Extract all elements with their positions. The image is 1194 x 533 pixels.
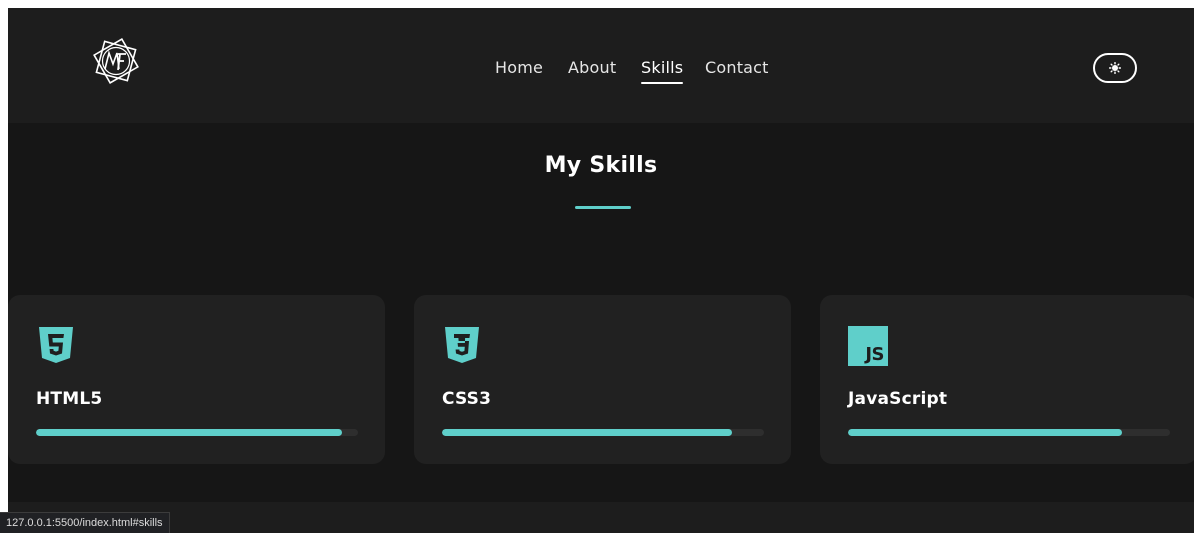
sun-icon [1109, 62, 1121, 74]
nav-link-contact[interactable]: Contact [705, 58, 769, 77]
css3-icon [445, 327, 479, 363]
nav-link-skills[interactable]: Skills [641, 58, 684, 84]
skill-card-javascript: JS JavaScript [820, 295, 1194, 464]
section-title: My Skills [544, 153, 658, 178]
skill-name: CSS3 [442, 389, 492, 409]
skill-progress-fill [848, 429, 1122, 436]
navbar: Home About Skills Contact [8, 8, 1194, 123]
html5-icon [39, 327, 73, 363]
section-title-underline [575, 206, 631, 209]
mf-star-logo-icon[interactable] [88, 33, 144, 89]
skill-card-css3: CSS3 [414, 295, 791, 464]
skill-progress-track [848, 429, 1170, 436]
page-viewport: Home About Skills Contact My Skills HTML… [8, 8, 1194, 533]
javascript-icon-label: JS [865, 344, 884, 365]
javascript-icon: JS [848, 326, 888, 366]
skill-progress-fill [36, 429, 342, 436]
footer-strip [8, 502, 1194, 533]
theme-toggle-button[interactable] [1093, 53, 1137, 83]
skill-progress-track [36, 429, 358, 436]
skill-progress-fill [442, 429, 732, 436]
nav-link-about[interactable]: About [568, 58, 616, 77]
skill-name: HTML5 [36, 389, 103, 409]
nav-link-home[interactable]: Home [495, 58, 543, 77]
skill-progress-track [442, 429, 764, 436]
browser-status-bar: 127.0.0.1:5500/index.html#skills [0, 512, 170, 533]
skill-card-html5: HTML5 [8, 295, 385, 464]
skill-name: JavaScript [848, 389, 948, 409]
